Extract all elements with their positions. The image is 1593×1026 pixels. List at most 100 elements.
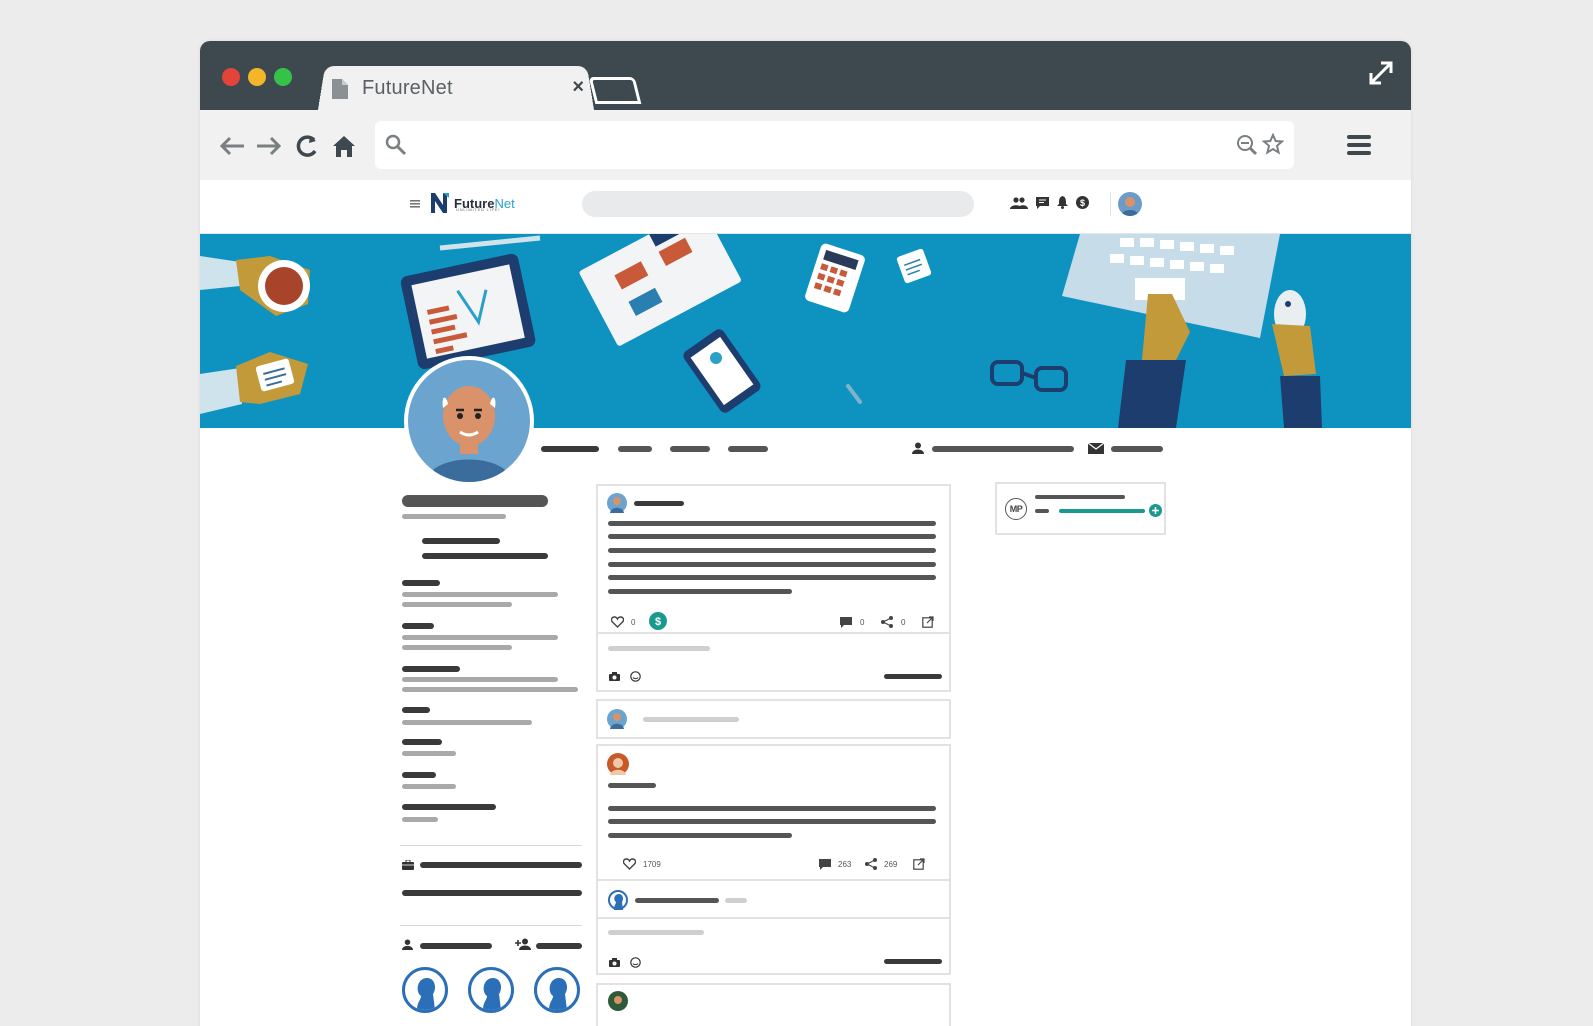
post-author-name[interactable]	[634, 501, 684, 506]
share-icon[interactable]	[865, 858, 877, 870]
add-icon[interactable]	[1149, 504, 1162, 517]
friend-avatar[interactable]	[468, 967, 514, 1013]
emoji-icon[interactable]	[630, 671, 641, 682]
profile-tab-friends[interactable]	[670, 446, 710, 452]
new-tab-button[interactable]	[588, 77, 642, 104]
profile-avatar[interactable]	[404, 356, 534, 486]
svg-text:$: $	[1080, 198, 1085, 208]
post-text-line	[608, 575, 936, 580]
info-value	[402, 592, 558, 597]
profile-tab-timeline[interactable]	[541, 446, 599, 452]
comment-text	[635, 898, 719, 903]
post-text-line	[608, 833, 792, 838]
post-card	[596, 983, 951, 1026]
work-line	[420, 862, 582, 868]
add-friend-label[interactable]	[536, 943, 582, 949]
commenter-avatar[interactable]	[608, 890, 628, 910]
divider	[400, 925, 582, 926]
profile-completion-card: MP	[995, 482, 1166, 535]
cover-illustration	[200, 234, 1322, 428]
comment-composer[interactable]	[596, 917, 951, 975]
follow-button[interactable]	[932, 446, 1074, 452]
reload-icon[interactable]	[294, 133, 322, 159]
post-text-line	[608, 521, 936, 526]
post-card: 0 $ 0 0	[596, 484, 951, 634]
post-comment-button[interactable]	[884, 959, 942, 964]
home-icon[interactable]	[330, 133, 358, 159]
search-icon	[385, 134, 407, 156]
info-label	[402, 739, 442, 745]
initials-badge: MP	[1005, 498, 1027, 520]
card-title	[1035, 495, 1125, 499]
post-text-line	[608, 806, 936, 811]
minimize-window-button[interactable]	[248, 68, 266, 86]
camera-icon[interactable]	[609, 958, 620, 967]
divider	[400, 845, 582, 846]
dollar-icon[interactable]: $	[1076, 196, 1089, 209]
envelope-icon[interactable]	[1088, 443, 1104, 454]
heart-icon[interactable]	[611, 616, 624, 628]
info-label	[402, 707, 430, 713]
zoom-out-icon[interactable]	[1236, 134, 1258, 156]
profile-name	[402, 495, 548, 507]
info-value	[402, 635, 558, 640]
friends-icon[interactable]	[1010, 196, 1028, 209]
new-post-composer[interactable]	[596, 699, 951, 739]
comment-icon[interactable]	[819, 859, 831, 870]
logo-tagline: UNLIMITED LIFE!	[456, 207, 501, 212]
browser-tab[interactable]: FutureNet ×	[330, 67, 592, 110]
person-silhouette-icon	[483, 978, 501, 1010]
comment-item	[596, 879, 951, 919]
tip-dollar-icon[interactable]: $	[649, 612, 667, 630]
person-silhouette-icon	[417, 978, 435, 1010]
comment-icon[interactable]	[840, 617, 852, 628]
info-label	[402, 772, 436, 778]
post-author-name[interactable]	[608, 783, 656, 788]
close-window-button[interactable]	[222, 68, 240, 86]
menu-icon[interactable]	[410, 200, 420, 208]
external-link-icon[interactable]	[913, 858, 925, 870]
back-arrow-icon[interactable]	[218, 133, 246, 159]
friend-avatar[interactable]	[534, 967, 580, 1013]
share-icon[interactable]	[881, 616, 893, 628]
profile-info-line	[422, 553, 548, 559]
post-text-line	[608, 819, 936, 824]
forward-arrow-icon[interactable]	[255, 133, 283, 159]
expand-icon[interactable]	[1367, 59, 1395, 87]
info-label	[402, 623, 434, 629]
camera-icon[interactable]	[609, 672, 620, 681]
emoji-icon[interactable]	[630, 957, 641, 968]
message-button[interactable]	[1111, 446, 1163, 452]
address-bar[interactable]	[375, 121, 1294, 169]
bookmark-star-icon[interactable]	[1262, 133, 1284, 155]
user-avatar	[607, 709, 627, 729]
profile-tab-about[interactable]	[618, 446, 652, 452]
post-author-avatar[interactable]	[607, 753, 629, 775]
post-author-avatar[interactable]	[608, 991, 628, 1011]
comment-composer[interactable]	[596, 632, 951, 692]
menu-icon[interactable]	[1347, 133, 1371, 157]
browser-window: FutureNet × FutureNet UNLIMITED LIFE! $ …	[200, 41, 1411, 1026]
profile-tab-photos[interactable]	[728, 446, 768, 452]
post-author-avatar[interactable]	[607, 493, 627, 513]
share-count: 0	[901, 618, 906, 627]
bell-icon[interactable]	[1057, 196, 1068, 209]
cover-banner	[200, 234, 1411, 428]
tab-close-icon[interactable]: ×	[572, 76, 584, 99]
post-comment-button[interactable]	[884, 674, 942, 679]
browser-titlebar: FutureNet ×	[200, 41, 1411, 110]
messages-icon[interactable]	[1036, 196, 1049, 209]
info-value	[402, 687, 578, 692]
person-silhouette-icon	[549, 978, 567, 1010]
friend-avatar[interactable]	[402, 967, 448, 1013]
profile-subtitle	[402, 514, 506, 519]
external-link-icon[interactable]	[922, 616, 934, 628]
profile-avatar-illustration	[426, 386, 512, 482]
info-value	[402, 817, 438, 822]
app-search-input[interactable]	[582, 191, 974, 217]
progress-bar	[1059, 509, 1145, 513]
add-friend-icon[interactable]	[515, 938, 531, 950]
user-avatar[interactable]	[1118, 192, 1142, 216]
heart-icon[interactable]	[623, 858, 636, 870]
maximize-window-button[interactable]	[274, 68, 292, 86]
